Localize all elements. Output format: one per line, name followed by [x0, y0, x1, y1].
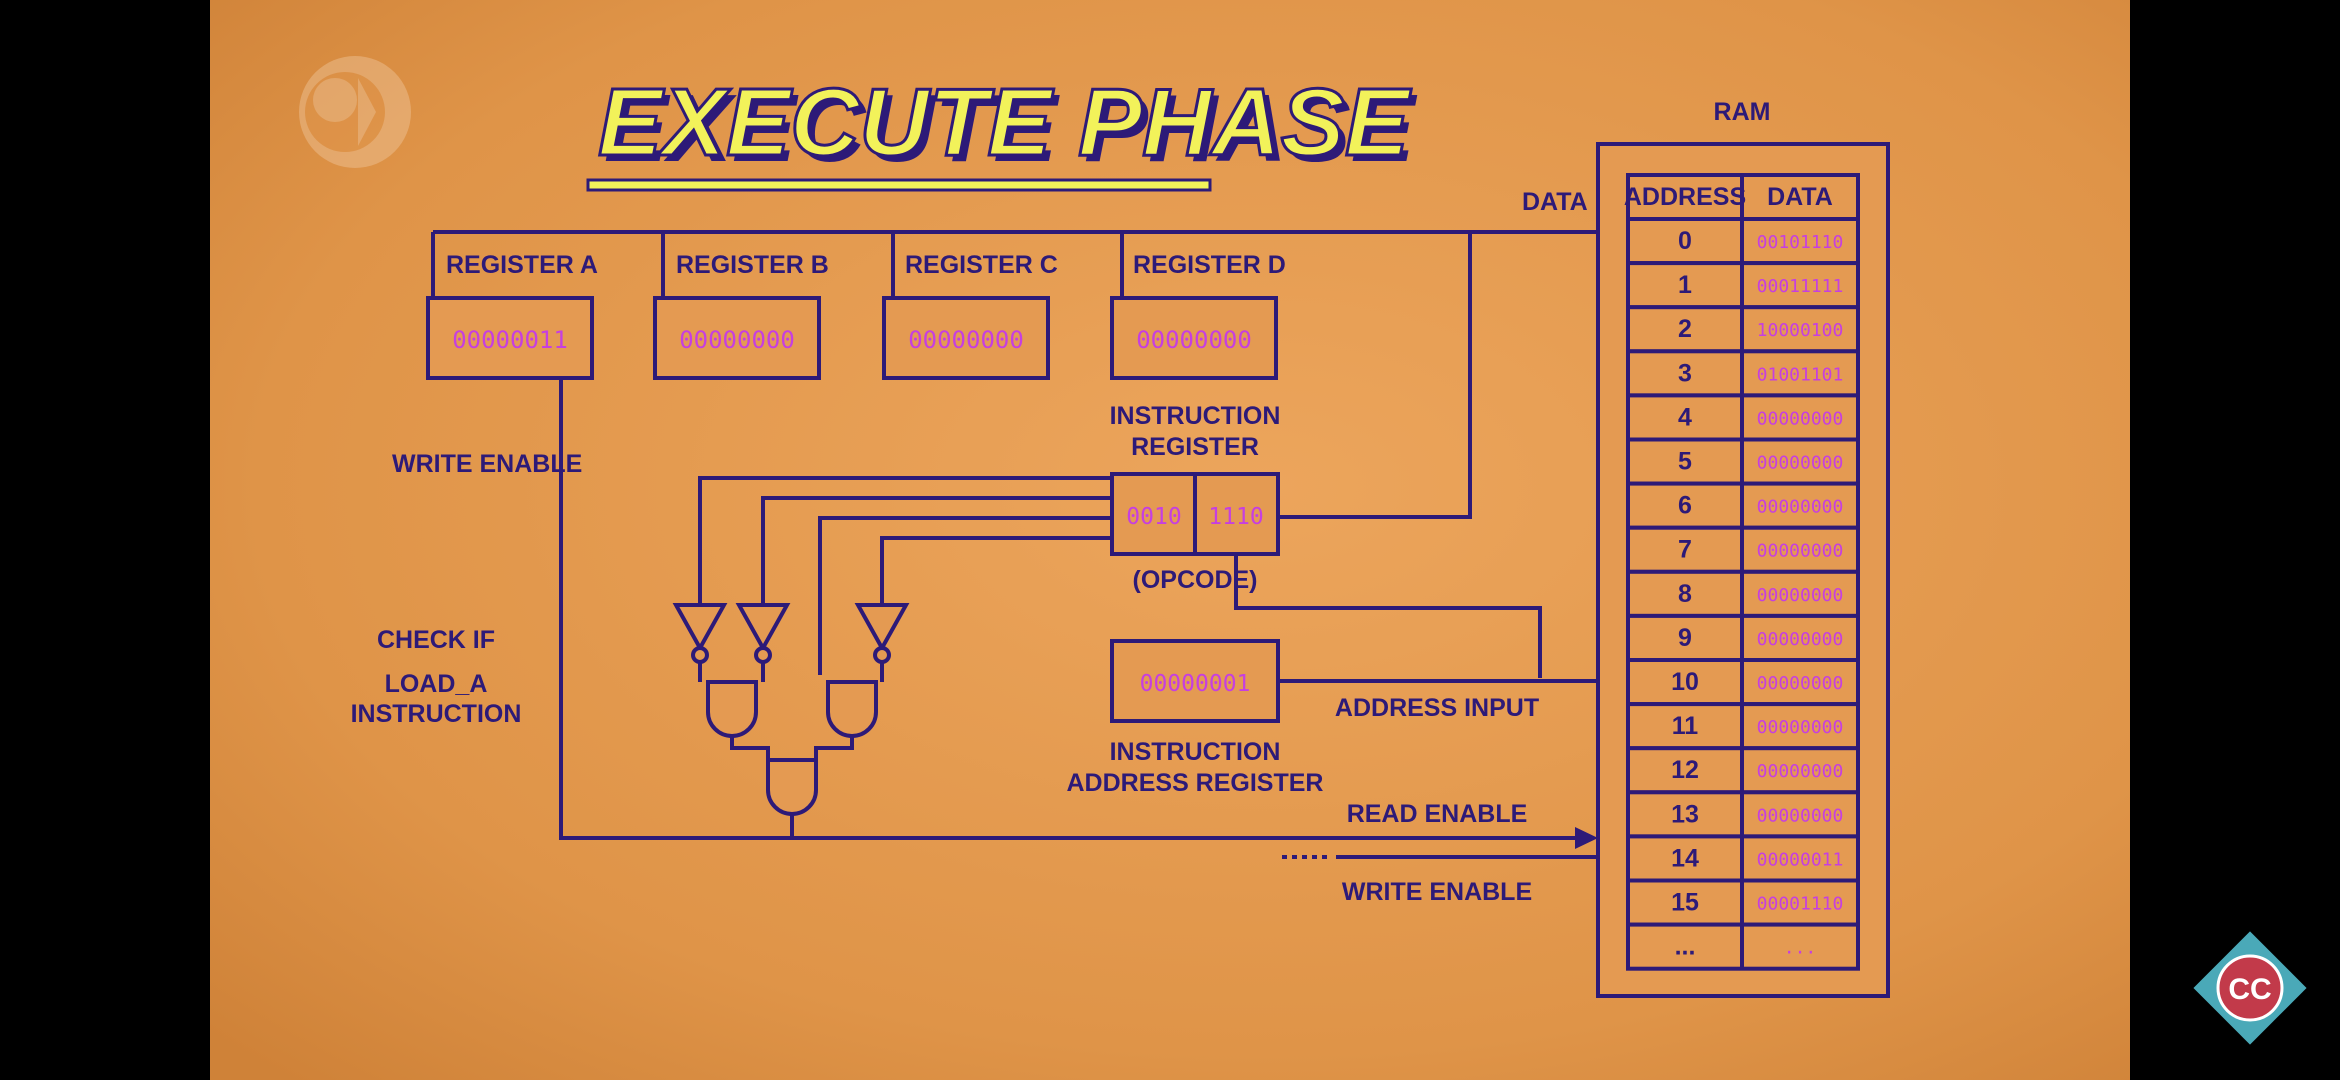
ram-address-cell: 4: [1678, 403, 1692, 431]
title-underline: [586, 178, 1212, 192]
ram-address-cell: 1: [1678, 271, 1692, 299]
ram-title: RAM: [1714, 98, 1771, 126]
ram-data-cell: 00000011: [1757, 849, 1844, 870]
ram-col-address: ADDRESS: [1624, 183, 1746, 211]
title-group: EXECUTE PHASE EXECUTE PHASE: [586, 68, 1418, 192]
ram-address-cell: 0: [1678, 227, 1692, 255]
ram-data-cell: 00000000: [1757, 585, 1844, 606]
ram-col-data: DATA: [1767, 183, 1833, 211]
write-enable-right-label: WRITE ENABLE: [1342, 878, 1532, 906]
ram-data-cell: 00000000: [1757, 629, 1844, 650]
opcode-caption: (OPCODE): [1133, 566, 1258, 594]
instruction-register: 0010 1110: [1110, 472, 1280, 556]
ram-data-cell: 00000000: [1757, 497, 1844, 518]
register-d: REGISTER D 00000000: [1110, 251, 1286, 380]
instruction-register-label-1: INSTRUCTION: [1110, 402, 1281, 430]
register-d-value: 00000000: [1136, 326, 1252, 354]
ram-address-cell: 14: [1671, 844, 1699, 872]
ram-address-cell: 9: [1678, 624, 1692, 652]
ram-address-cell: 15: [1671, 889, 1699, 917]
register-a-value: 00000011: [452, 326, 568, 354]
ram-data-cell: 00000000: [1757, 453, 1844, 474]
pbs-logo: [299, 56, 411, 168]
instruction-register-label-2: REGISTER: [1131, 433, 1259, 461]
instruction-address-label-2: ADDRESS REGISTER: [1067, 769, 1324, 797]
instruction-caption: INSTRUCTION: [351, 700, 522, 728]
ram-table: ADDRESS DATA 0 00101110 1 00011111 2 10000100…: [1624, 173, 1860, 971]
ram-address-cell: 2: [1678, 315, 1692, 343]
instruction-address-register: 00000001: [1110, 639, 1280, 723]
ram-data-cell: 00000000: [1757, 805, 1844, 826]
ram-data-cell: 01001101: [1757, 364, 1844, 385]
load-a-label: LOAD_A: [385, 670, 488, 698]
ram-address-cell: 13: [1671, 800, 1699, 828]
ram-address-cell: 3: [1678, 359, 1692, 387]
address-input-label: ADDRESS INPUT: [1335, 694, 1539, 722]
ram-address-cell: 7: [1678, 536, 1692, 564]
ram-address-cell: 5: [1678, 448, 1692, 476]
ram-data-cell: 00001110: [1757, 894, 1844, 915]
write-enable-left-label: WRITE ENABLE: [392, 450, 582, 478]
register-c: REGISTER C 00000000: [882, 251, 1058, 380]
instruction-address-label-1: INSTRUCTION: [1110, 738, 1281, 766]
ram-address-cell: ...: [1675, 933, 1696, 961]
register-b-value: 00000000: [679, 326, 795, 354]
ram-address-cell: 6: [1678, 492, 1692, 520]
ram-data-cell: 00000000: [1757, 717, 1844, 738]
operand-value: 1110: [1208, 504, 1263, 530]
ram-address-cell: 11: [1672, 712, 1699, 740]
read-enable-label: READ ENABLE: [1347, 800, 1528, 828]
opcode-value: 0010: [1126, 504, 1181, 530]
ram-data-cell: 00000000: [1757, 408, 1844, 429]
register-c-value: 00000000: [908, 326, 1024, 354]
ram-data-cell: 00000000: [1757, 761, 1844, 782]
ram-data-cell: 00000000: [1757, 673, 1844, 694]
ram-data-cell: 00000000: [1757, 541, 1844, 562]
ram-data-cell: ...: [1784, 938, 1817, 959]
register-a: REGISTER A 00000011: [426, 251, 598, 380]
ram-address-cell: 8: [1678, 580, 1692, 608]
diagram-canvas: EXECUTE PHASE EXECUTE PHASE DATA REGISTE…: [0, 0, 2340, 1080]
ram-data-cell: 00011111: [1757, 276, 1844, 297]
cc-logo-text: CC: [2228, 973, 2271, 1006]
page-title: EXECUTE PHASE: [598, 69, 1412, 176]
data-bus-label: DATA: [1522, 188, 1588, 216]
register-b-label: REGISTER B: [676, 251, 829, 279]
register-c-label: REGISTER C: [905, 251, 1058, 279]
ram-data-cell: 00101110: [1757, 232, 1844, 253]
ram-address-cell: 12: [1671, 756, 1699, 784]
check-if-label: CHECK IF: [377, 626, 495, 654]
ram-data-cell: 10000100: [1757, 320, 1844, 341]
register-b: REGISTER B 00000000: [653, 251, 829, 380]
ram-address-cell: 10: [1671, 668, 1699, 696]
instruction-address-value: 00000001: [1140, 671, 1251, 697]
register-a-label: REGISTER A: [446, 251, 598, 279]
register-d-label: REGISTER D: [1133, 251, 1286, 279]
